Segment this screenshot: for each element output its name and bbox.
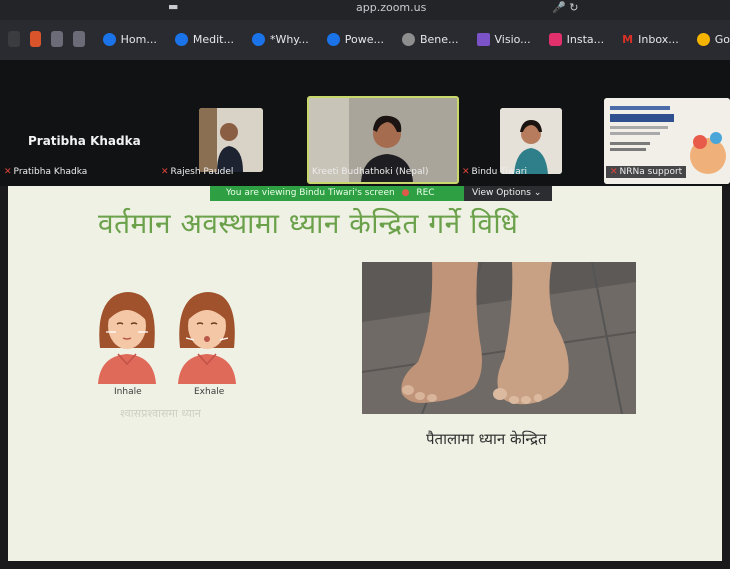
view-options-button[interactable]: View Options ⌄ <box>464 186 552 201</box>
tab-instagram[interactable]: Insta... <box>548 32 605 46</box>
address-bar-icons: 🎤 ↻ <box>552 1 579 14</box>
bookmarks-bar: Hom... Medit... *Why... Powe... Bene... … <box>0 26 730 52</box>
inhale-character <box>98 292 156 384</box>
tab-inbox[interactable]: M Inbox... <box>622 33 679 46</box>
host-name: Pratibha Khadka <box>28 134 141 148</box>
video-tile-rajesh[interactable] <box>199 108 263 172</box>
participant-label: ✕ NRNa support <box>606 166 687 178</box>
view-options-label: View Options <box>472 188 531 198</box>
tab-label: Hom... <box>120 32 157 46</box>
viewing-banner: You are viewing Bindu Tiwari's screen ● … <box>210 186 464 201</box>
participant-label: ✕ Bindu Tiwari <box>462 167 528 177</box>
tab-label: Visio... <box>494 32 531 46</box>
tab-home[interactable]: Hom... <box>102 32 157 46</box>
tab-label: Powe... <box>344 32 384 46</box>
feet-photo <box>362 262 636 414</box>
participant-label: ✕ Rajesh Paudel <box>161 167 234 177</box>
url-text[interactable]: app.zoom.us <box>356 1 426 14</box>
tab-label: Medit... <box>192 32 234 46</box>
gmail-icon: M <box>622 32 634 46</box>
openai-icon <box>401 32 415 46</box>
google-icon <box>696 32 710 46</box>
chrome-icon <box>102 32 116 46</box>
tab-google[interactable]: Go <box>696 32 730 46</box>
feet-caption: पैतालामा ध्यान केन्द्रित <box>426 430 547 448</box>
faded-text: श्वासप्रश्वासमा ध्यान <box>120 407 201 420</box>
exhale-label: Exhale <box>194 387 225 397</box>
tab-label: Inbox... <box>638 32 679 46</box>
chrome-icon <box>174 32 188 46</box>
pinned-tab-icon[interactable] <box>8 31 20 47</box>
visio-icon <box>476 32 490 46</box>
inhale-label: Inhale <box>114 387 142 397</box>
rec-label: REC <box>416 188 435 198</box>
tab-vision[interactable]: Visio... <box>476 32 531 46</box>
instagram-icon <box>548 32 562 46</box>
viewing-text: You are viewing Bindu Tiwari's screen <box>226 188 395 198</box>
shared-screen-slide: वर्तमान अवस्थामा ध्यान केन्द्रित गर्ने व… <box>8 186 722 561</box>
mic-muted-icon: ✕ <box>610 167 618 177</box>
exhale-character <box>178 292 236 384</box>
tab-meditation[interactable]: Medit... <box>174 32 234 46</box>
tab-label: *Why... <box>269 32 309 46</box>
slide-title: वर्तमान अवस्थामा ध्यान केन्द्रित गर्ने व… <box>98 207 519 240</box>
mic-muted-icon: ✕ <box>161 167 169 177</box>
tab-benefits[interactable]: Bene... <box>401 32 459 46</box>
video-tile-bindu[interactable] <box>500 108 562 174</box>
participant-label: ✕ Pratibha Khadka <box>4 167 88 177</box>
tab-label: Insta... <box>566 32 605 46</box>
recording-icon: ● <box>401 188 410 198</box>
tab-label: Go <box>714 32 730 46</box>
participant-strip: Pratibha Khadka ✕ Pratibha Khadka ✕ Rajesh… <box>0 60 730 186</box>
chrome-icon <box>251 32 265 46</box>
address-bar[interactable]: ▬ app.zoom.us 🎤 ↻ <box>0 0 730 20</box>
pinned-tab-icon[interactable] <box>72 31 85 47</box>
mic-muted-icon: ✕ <box>462 167 470 177</box>
tab-label: Bene... <box>419 32 459 46</box>
participant-video <box>199 108 263 172</box>
chrome-icon <box>326 32 340 46</box>
tab-power[interactable]: Powe... <box>326 32 384 46</box>
pinned-tab-icon[interactable] <box>29 31 42 47</box>
participant-label: Kreeti Budhathoki (Nepal) <box>312 167 429 177</box>
browser-toolbar: ▬ app.zoom.us 🎤 ↻ Hom... Medit... *Why..… <box>0 0 730 60</box>
participant-video <box>500 108 562 174</box>
tab-why[interactable]: *Why... <box>251 32 309 46</box>
mic-muted-icon: ✕ <box>4 167 12 177</box>
pinned-tab-icon[interactable] <box>51 31 63 47</box>
chevron-down-icon: ⌄ <box>533 188 542 198</box>
menu-icon[interactable]: ▬ <box>168 0 178 13</box>
